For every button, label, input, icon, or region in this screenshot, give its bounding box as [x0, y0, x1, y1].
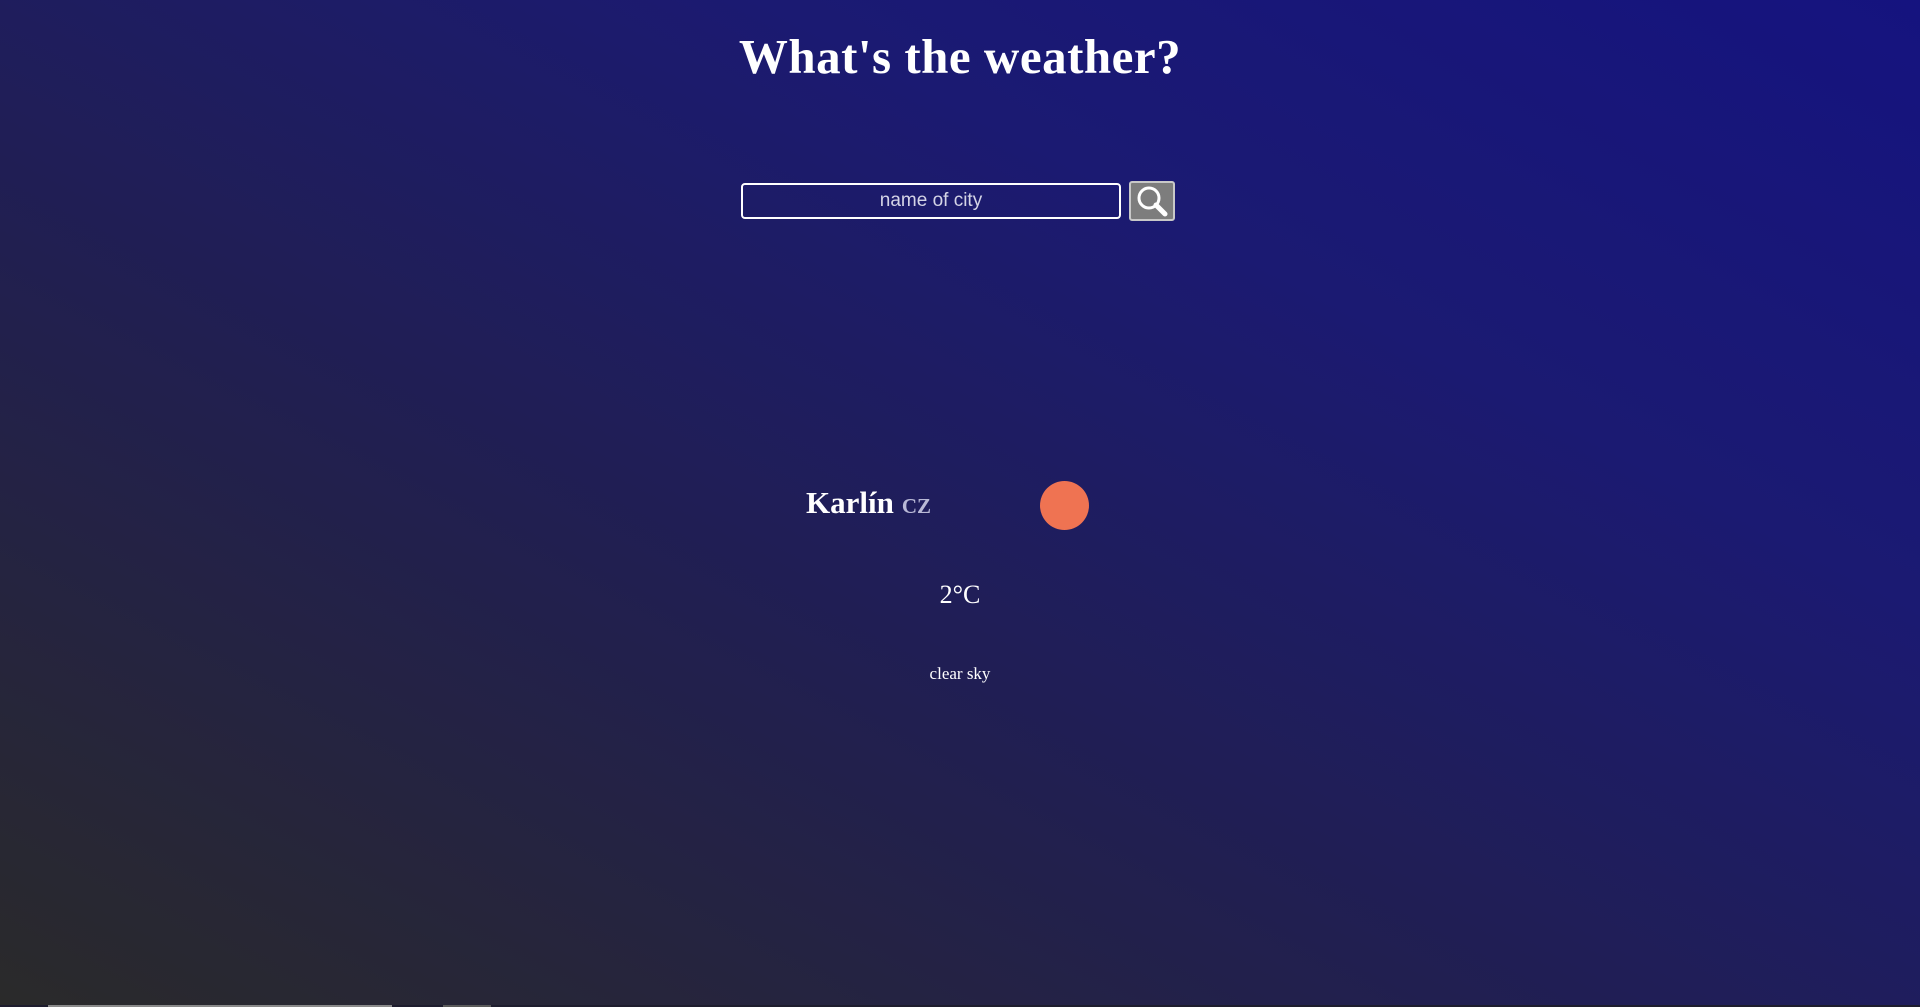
country-code: CZ: [901, 494, 932, 518]
weather-description: clear sky: [929, 664, 991, 683]
page-title: What's the weather?: [738, 29, 1182, 84]
search-button[interactable]: [1129, 181, 1175, 221]
search-icon: [1135, 184, 1169, 218]
search-bar: [741, 181, 1175, 221]
location-row: Karlín CZ: [0, 478, 1920, 534]
sun-icon: [1040, 481, 1089, 530]
city-label: Karlín: [806, 485, 894, 520]
city-search-input[interactable]: [741, 183, 1121, 219]
temperature: 2°C: [939, 580, 981, 609]
city-name: Karlín CZ: [806, 485, 931, 521]
